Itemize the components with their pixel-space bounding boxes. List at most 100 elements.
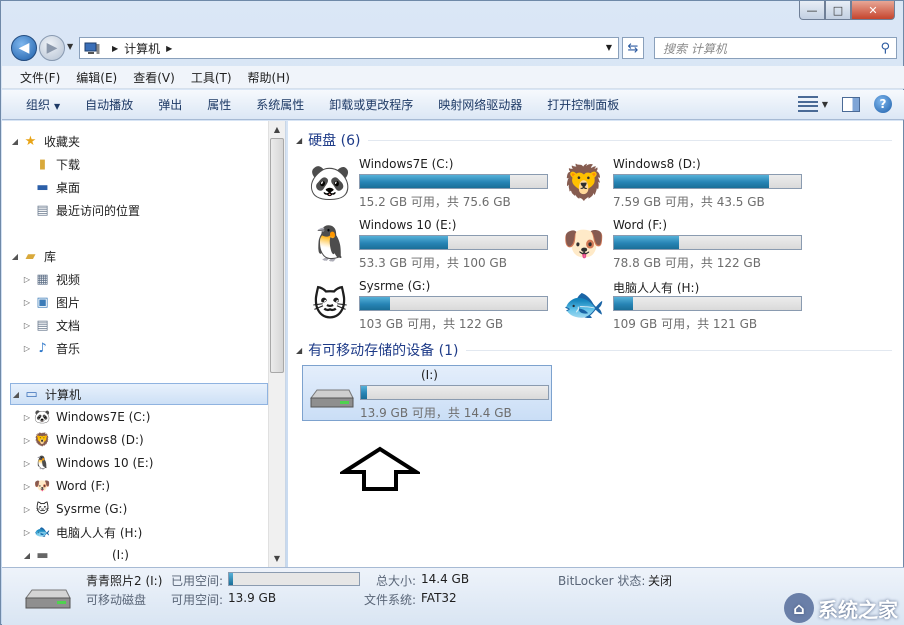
collapse-triangle-icon[interactable]: ◢ (296, 136, 302, 145)
expand-triangle-icon[interactable]: ◢ (10, 252, 20, 261)
cat-icon: 🐱 (312, 285, 348, 325)
nav-item-music[interactable]: ▷ ♪ 音乐 (22, 338, 80, 358)
nav-item-downloads[interactable]: ▮ 下载 (34, 154, 80, 174)
dog-icon: 🐶 (34, 478, 51, 494)
recent-pages-dropdown[interactable]: ▼ (67, 42, 73, 51)
drive-name: Sysrme (G:) (359, 279, 431, 293)
properties-button[interactable]: 属性 (207, 96, 231, 113)
drive-tile[interactable]: 🐱 Sysrme (G:) 103 GB 可用，共 122 GB (302, 277, 552, 333)
drive-size-text: 78.8 GB 可用，共 122 GB (613, 256, 761, 270)
menu-help[interactable]: 帮助(H) (248, 69, 290, 86)
nav-item-pictures[interactable]: ▷ ▣ 图片 (22, 292, 80, 312)
nav-favorites[interactable]: ◢ ★ 收藏夹 (10, 131, 80, 151)
usb-drive-icon: ▬ (36, 547, 49, 563)
nav-libraries[interactable]: ◢ ▰ 库 (10, 246, 56, 266)
preview-pane-icon[interactable] (842, 96, 860, 112)
address-bar[interactable]: ▶ 计算机 ▶ ▼ (79, 37, 619, 59)
nav-item-drive-d[interactable]: ▷ 🦁 Windows8 (D:) (22, 430, 144, 450)
forward-button[interactable]: ▶ (39, 35, 65, 61)
hard-disks-header[interactable]: ◢ 硬盘 (6) (296, 130, 892, 150)
nav-item-drive-c[interactable]: ▷ 🐼 Windows7E (C:) (22, 407, 150, 427)
drive-name: Windows 10 (E:) (359, 218, 457, 232)
breadcrumb-separator-icon[interactable]: ▶ (112, 44, 118, 53)
minimize-button[interactable]: — (799, 1, 825, 20)
collapse-triangle-icon[interactable]: ◢ (296, 346, 302, 355)
details-usage-fill (229, 573, 233, 585)
drive-tile[interactable]: 🐧 Windows 10 (E:) 53.3 GB 可用，共 100 GB (302, 216, 552, 272)
nav-item-drive-i[interactable]: ◢ ▬ (I:) (22, 545, 129, 565)
maximize-button[interactable]: □ (825, 1, 851, 20)
lion-icon: 🦁 (34, 432, 51, 448)
drive-tile-i[interactable]: (I:) 13.9 GB 可用，共 14.4 GB (302, 365, 552, 421)
collapse-triangle-icon[interactable]: ▷ (22, 275, 32, 284)
open-control-panel-button[interactable]: 打开控制面板 (547, 96, 619, 113)
refresh-button[interactable]: ⇆ (622, 37, 644, 59)
menu-edit[interactable]: 编辑(E) (76, 69, 117, 86)
change-view-icon[interactable] (797, 96, 818, 112)
menu-bar: 文件(F) 编辑(E) 查看(V) 工具(T) 帮助(H) (2, 66, 904, 89)
system-properties-button[interactable]: 系统属性 (256, 96, 304, 113)
breadcrumb-separator-icon[interactable]: ▶ (166, 44, 172, 53)
drive-tile[interactable]: 🐟 电脑人人有 (H:) 109 GB 可用，共 121 GB (556, 277, 806, 333)
collapse-triangle-icon[interactable]: ▷ (22, 505, 32, 514)
collapse-triangle-icon[interactable]: ▷ (22, 482, 32, 491)
nav-item-label: Windows7E (C:) (56, 410, 151, 424)
eject-button[interactable]: 弹出 (158, 96, 182, 113)
nav-scrollbar[interactable]: ▲ ▼ (268, 121, 285, 567)
view-dropdown-icon[interactable]: ▼ (822, 100, 828, 109)
computer-icon (84, 42, 100, 54)
scroll-down-arrow-icon[interactable]: ▼ (269, 550, 285, 566)
nav-item-drive-e[interactable]: ▷ 🐧 Windows 10 (E:) (22, 453, 154, 473)
scroll-up-arrow-icon[interactable]: ▲ (269, 121, 285, 137)
drive-usage-fill (360, 175, 510, 188)
drive-usage-fill (614, 236, 680, 249)
breadcrumb-computer[interactable]: 计算机 (124, 40, 160, 57)
drive-tile[interactable]: 🐼 Windows7E (C:) 15.2 GB 可用，共 75.6 GB (302, 155, 552, 211)
removable-header[interactable]: ◢ 有可移动存储的设备 (1) (296, 340, 892, 360)
search-input[interactable]: 搜索 计算机 ⚲ (654, 37, 897, 59)
menu-tools[interactable]: 工具(T) (191, 69, 232, 86)
close-button[interactable]: ✕ (851, 1, 895, 20)
nav-item-desktop[interactable]: ▬ 桌面 (34, 177, 80, 197)
menu-view[interactable]: 查看(V) (133, 69, 175, 86)
nav-item-drive-f[interactable]: ▷ 🐶 Word (F:) (22, 476, 110, 496)
expand-triangle-icon[interactable]: ◢ (11, 390, 21, 399)
collapse-triangle-icon[interactable]: ▷ (22, 344, 32, 353)
collapse-triangle-icon[interactable]: ▷ (22, 436, 32, 445)
panda-icon: 🐼 (308, 163, 352, 203)
collapse-triangle-icon[interactable]: ▷ (22, 459, 32, 468)
details-fs-label: 文件系统: (364, 593, 417, 607)
map-network-drive-button[interactable]: 映射网络驱动器 (438, 96, 522, 113)
nav-item-drive-h[interactable]: ▷ 🐟 电脑人人有 (H:) (22, 522, 142, 542)
nav-item-videos[interactable]: ▷ ▦ 视频 (22, 269, 80, 289)
collapse-triangle-icon[interactable]: ▷ (22, 528, 32, 537)
uninstall-program-button[interactable]: 卸载或更改程序 (329, 96, 413, 113)
scroll-thumb[interactable] (270, 138, 284, 373)
fish-icon: 🐟 (34, 524, 51, 540)
drive-tile[interactable]: 🦁 Windows8 (D:) 7.59 GB 可用，共 43.5 GB (556, 155, 806, 211)
organize-button[interactable]: 组织 ▼ (26, 96, 60, 113)
nav-item-documents[interactable]: ▷ ▤ 文档 (22, 315, 80, 335)
search-icon[interactable]: ⚲ (880, 41, 890, 56)
autoplay-button[interactable]: 自动播放 (85, 96, 133, 113)
drive-name: Windows7E (C:) (359, 157, 454, 171)
drive-name: Word (F:) (613, 218, 668, 232)
expand-triangle-icon[interactable]: ◢ (22, 551, 32, 560)
collapse-triangle-icon[interactable]: ▷ (22, 321, 32, 330)
nav-item-label: Windows8 (D:) (56, 433, 144, 447)
help-icon[interactable]: ? (874, 95, 892, 113)
nav-item-drive-g[interactable]: ▷ 🐱 Sysrme (G:) (22, 499, 127, 519)
drive-tile[interactable]: 🐶 Word (F:) 78.8 GB 可用，共 122 GB (556, 216, 806, 272)
collapse-triangle-icon[interactable]: ▷ (22, 413, 32, 422)
nav-computer[interactable]: ◢ ▭ 计算机 (10, 383, 268, 405)
expand-triangle-icon[interactable]: ◢ (10, 137, 20, 146)
collapse-triangle-icon[interactable]: ▷ (22, 298, 32, 307)
back-button[interactable]: ◀ (11, 35, 37, 61)
nav-item-recent-places[interactable]: ▤ 最近访问的位置 (34, 200, 140, 220)
address-dropdown-icon[interactable]: ▼ (606, 43, 612, 52)
drive-usage-fill (614, 297, 633, 310)
drive-size-text: 7.59 GB 可用，共 43.5 GB (613, 195, 765, 209)
menu-file[interactable]: 文件(F) (20, 69, 60, 86)
documents-library-icon: ▤ (36, 317, 49, 333)
details-bitlocker-value: 关闭 (648, 574, 673, 588)
